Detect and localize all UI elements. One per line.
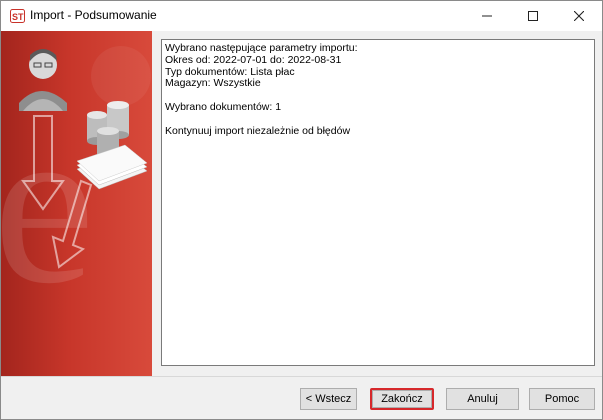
summary-line: Kontynuuj import niezależnie od błędów [165,124,351,137]
footer-separator [1,376,602,377]
import-summary-window: ST Import - Podsumowanie e Wybrano nastę… [0,0,603,420]
summary-line [165,114,591,126]
app-logo-icon: ST [10,9,25,23]
wizard-illustration: e [1,46,151,331]
finish-button[interactable]: Zakończ [370,388,434,410]
minimize-icon [482,15,492,17]
help-button[interactable]: Pomoc [529,388,595,410]
svg-text:ST: ST [12,12,24,22]
close-icon [574,11,584,21]
title-bar[interactable]: ST Import - Podsumowanie [1,1,602,31]
maximize-button[interactable] [510,1,556,31]
wizard-side-panel: e [1,31,152,376]
back-button[interactable]: < Wstecz [300,388,357,410]
maximize-icon [528,11,538,21]
summary-line: Magazyn: Wszystkie [165,77,261,90]
summary-line: Okres od: 2022-07-01 do: 2022-08-31 [165,53,342,66]
summary-line: Wybrano dokumentów: 1 [165,100,282,113]
close-button[interactable] [556,1,602,31]
import-summary-text: Wybrano następujące parametry importu: O… [161,39,595,366]
minimize-button[interactable] [464,1,510,31]
window-title: Import - Podsumowanie [30,8,157,22]
cancel-button[interactable]: Anuluj [446,388,519,410]
